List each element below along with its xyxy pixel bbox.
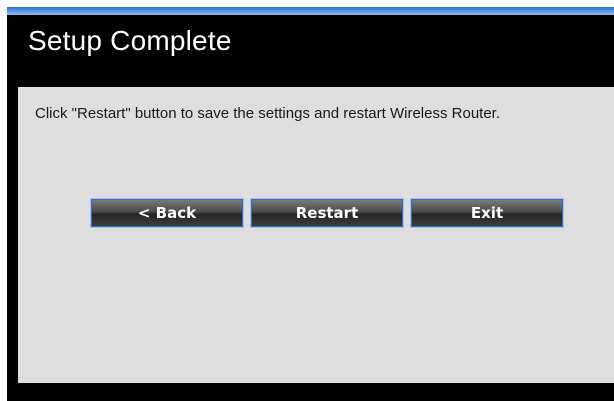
instruction-message: Click "Restart" button to save the setti… xyxy=(35,105,501,122)
back-button[interactable]: < Back xyxy=(90,198,244,228)
setup-window: Setup Complete Click "Restart" button to… xyxy=(7,7,614,401)
content-panel: Click "Restart" button to save the setti… xyxy=(18,87,614,383)
window-top-strip xyxy=(7,7,614,15)
restart-button[interactable]: Restart xyxy=(250,198,404,228)
page-title: Setup Complete xyxy=(28,25,232,56)
exit-button[interactable]: Exit xyxy=(410,198,564,228)
